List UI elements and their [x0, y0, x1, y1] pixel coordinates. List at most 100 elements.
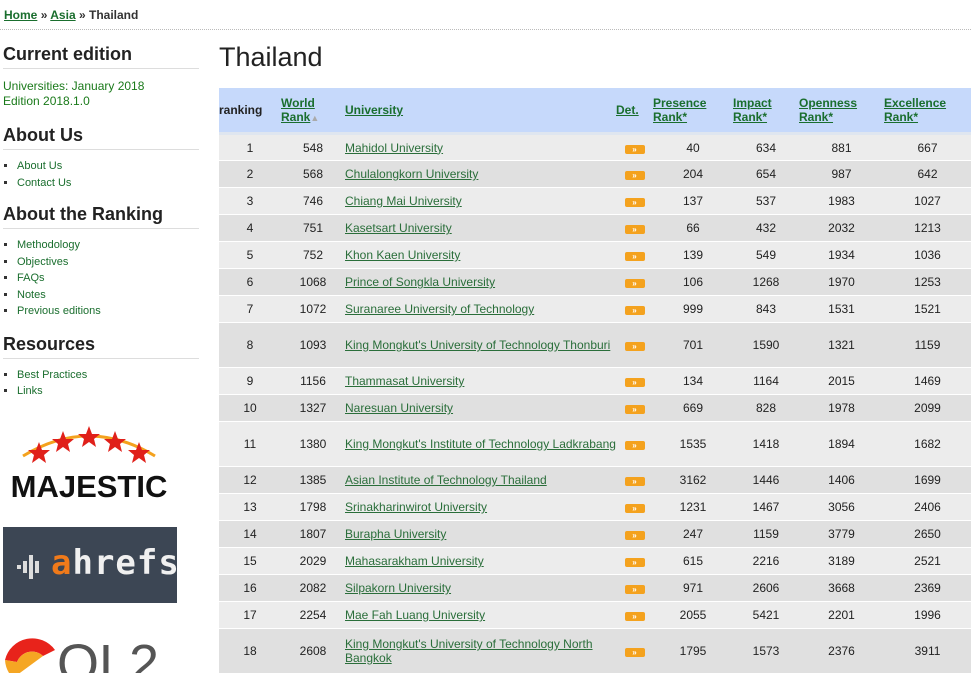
details-icon[interactable]: »: [624, 144, 645, 154]
header-excellence[interactable]: Excellence Rank*: [884, 88, 971, 135]
details-icon[interactable]: »: [624, 441, 645, 450]
university-link[interactable]: King Mongkut's University of Technology …: [345, 637, 593, 665]
table-row: 3 746 Chiang Mai University » 137 537 1983 1027: [219, 187, 971, 215]
cell-impact: 1467: [733, 493, 799, 521]
faqs-link[interactable]: FAQs: [17, 272, 45, 284]
cell-impact: 1590: [733, 322, 799, 368]
sort-excellence-link[interactable]: Excellence Rank*: [884, 96, 946, 124]
about-us-link[interactable]: About Us: [17, 160, 62, 172]
cell-university: King Mongkut's University of Technology …: [345, 628, 616, 674]
breadcrumb-home-link[interactable]: Home: [4, 8, 37, 22]
breadcrumb-asia-link[interactable]: Asia: [50, 8, 75, 22]
cell-ranking: 12: [219, 466, 281, 494]
sort-impact-link[interactable]: Impact Rank*: [733, 96, 772, 124]
table-row: 12 1385 Asian Institute of Technology Thai…: [219, 466, 971, 494]
details-icon[interactable]: »: [624, 504, 645, 513]
methodology-link[interactable]: Methodology: [17, 239, 80, 251]
university-link[interactable]: Naresuan University: [345, 401, 453, 415]
university-link[interactable]: King Mongkut's Institute of Technology L…: [345, 437, 616, 451]
cell-det: »: [616, 187, 653, 215]
cell-excellence: 2099: [884, 394, 971, 422]
university-link[interactable]: Chiang Mai University: [345, 194, 462, 208]
cell-impact: 1573: [733, 628, 799, 674]
header-university[interactable]: University: [345, 88, 616, 135]
notes-link[interactable]: Notes: [17, 289, 46, 301]
previous-editions-link[interactable]: Previous editions: [17, 305, 101, 317]
university-link[interactable]: Mahidol University: [345, 141, 443, 155]
university-link[interactable]: Thammasat University: [345, 374, 464, 388]
university-link[interactable]: Srinakharinwirot University: [345, 500, 487, 514]
university-link[interactable]: Mae Fah Luang University: [345, 608, 485, 622]
cell-impact: 1268: [733, 268, 799, 296]
ql2-logo[interactable]: QL2: [3, 620, 183, 673]
cell-university: Khon Kaen University: [345, 241, 616, 269]
cell-openness: 1978: [799, 394, 884, 422]
cell-openness: 1983: [799, 187, 884, 215]
details-icon[interactable]: »: [624, 531, 645, 540]
page-title: Thailand: [219, 42, 323, 72]
list-item: Notes: [17, 287, 199, 304]
university-link[interactable]: Chulalongkorn University: [345, 167, 478, 181]
details-icon[interactable]: »: [624, 585, 645, 594]
details-icon[interactable]: »: [624, 252, 645, 261]
header-impact[interactable]: Impact Rank*: [733, 88, 799, 135]
cell-excellence: 667: [884, 133, 971, 161]
cell-openness: 2201: [799, 601, 884, 629]
sort-presence-link[interactable]: Presence Rank*: [653, 96, 706, 124]
cell-ranking: 3: [219, 187, 281, 215]
details-icon[interactable]: »: [624, 477, 645, 486]
best-practices-link[interactable]: Best Practices: [17, 369, 87, 381]
details-icon[interactable]: »: [624, 342, 645, 351]
details-icon[interactable]: »: [624, 558, 645, 567]
university-link[interactable]: Kasetsart University: [345, 221, 452, 235]
cell-presence: 204: [653, 160, 733, 188]
header-openness[interactable]: Openness Rank*: [799, 88, 884, 135]
about-ranking-list: Methodology Objectives FAQs Notes Previo…: [3, 237, 199, 320]
university-link[interactable]: King Mongkut's University of Technology …: [345, 338, 610, 352]
cell-impact: 634: [733, 133, 799, 161]
cell-det: »: [616, 520, 653, 548]
links-link[interactable]: Links: [17, 385, 43, 397]
ahrefs-logo[interactable]: ahrefs: [3, 527, 179, 603]
cell-impact: 654: [733, 160, 799, 188]
university-link[interactable]: Suranaree University of Technology: [345, 302, 534, 316]
cell-presence: 137: [653, 187, 733, 215]
cell-presence: 66: [653, 214, 733, 242]
sort-openness-link[interactable]: Openness Rank*: [799, 96, 857, 124]
details-icon[interactable]: »: [624, 279, 645, 288]
about-us-heading: About Us: [3, 125, 199, 150]
university-link[interactable]: Khon Kaen University: [345, 248, 460, 262]
details-icon[interactable]: »: [624, 171, 645, 180]
details-icon[interactable]: »: [624, 306, 645, 315]
cell-university: Srinakharinwirot University: [345, 493, 616, 521]
details-icon[interactable]: »: [624, 378, 645, 387]
cell-ranking: 13: [219, 493, 281, 521]
details-icon[interactable]: »: [624, 612, 645, 621]
breadcrumb-separator: »: [40, 8, 48, 22]
university-link[interactable]: Prince of Songkla University: [345, 275, 495, 289]
header-presence[interactable]: Presence Rank*: [653, 88, 733, 135]
details-icon[interactable]: »: [624, 405, 645, 414]
details-icon[interactable]: »: [624, 648, 645, 657]
majestic-logo[interactable]: MAJESTIC: [3, 420, 175, 504]
university-link[interactable]: Burapha University: [345, 527, 446, 541]
cell-ranking: 17: [219, 601, 281, 629]
cell-ranking: 7: [219, 295, 281, 323]
university-link[interactable]: Asian Institute of Technology Thailand: [345, 473, 547, 487]
details-icon[interactable]: »: [624, 198, 645, 207]
cell-world-rank: 1807: [281, 520, 345, 548]
cell-openness: 2015: [799, 367, 884, 395]
header-det[interactable]: Det.: [616, 88, 653, 135]
contact-us-link[interactable]: Contact Us: [17, 177, 71, 189]
university-link[interactable]: Mahasarakham University: [345, 554, 484, 568]
university-link[interactable]: Silpakorn University: [345, 581, 451, 595]
sort-university-link[interactable]: University: [345, 103, 403, 117]
cell-impact: 2216: [733, 547, 799, 575]
objectives-link[interactable]: Objectives: [17, 256, 68, 268]
table-row: 8 1093 King Mongkut's University of Techno…: [219, 322, 971, 368]
header-world-rank[interactable]: World Rank▲: [281, 88, 345, 135]
det-link[interactable]: Det.: [616, 103, 639, 117]
details-icon[interactable]: »: [624, 225, 645, 234]
table-row: 18 2608 King Mongkut's University of Techn…: [219, 628, 971, 674]
cell-det: »: [616, 493, 653, 521]
